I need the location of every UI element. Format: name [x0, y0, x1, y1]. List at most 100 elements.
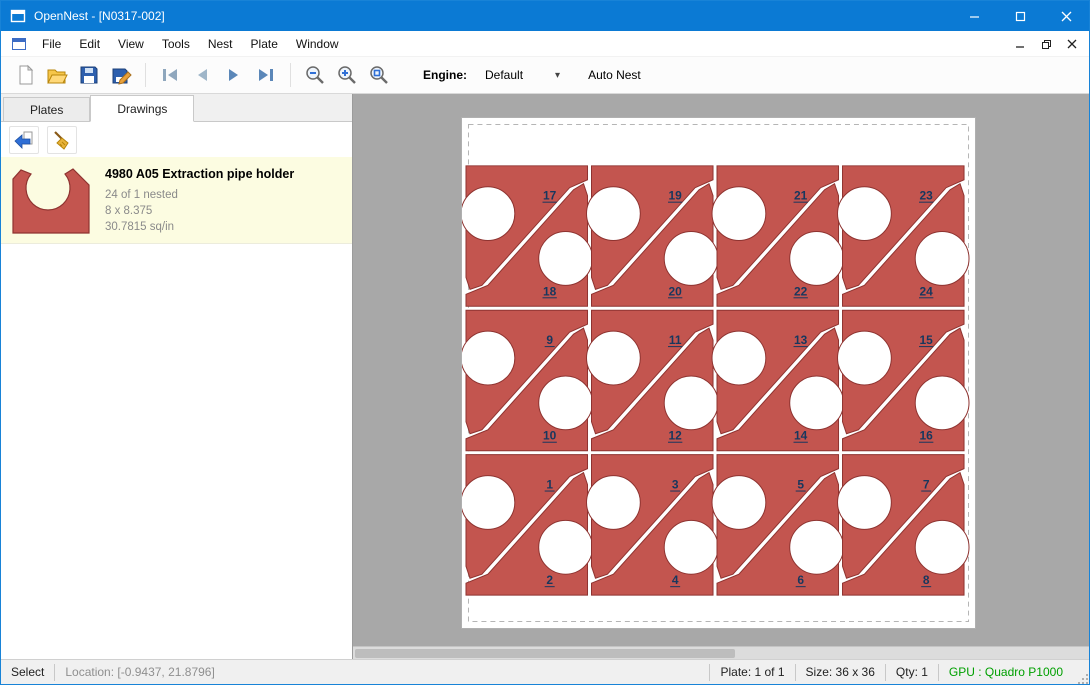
- menu-nest[interactable]: Nest: [199, 31, 242, 57]
- save-icon: [78, 64, 100, 86]
- save-button[interactable]: [73, 60, 105, 90]
- plate[interactable]: 171819202122232491011121314151612345678: [461, 117, 976, 629]
- first-plate-button[interactable]: [154, 60, 186, 90]
- part-number-label[interactable]: 5: [797, 478, 804, 492]
- drawing-list-item[interactable]: 4980 A05 Extraction pipe holder 24 of 1 …: [1, 157, 352, 244]
- close-button[interactable]: [1043, 1, 1089, 31]
- new-button[interactable]: [9, 60, 41, 90]
- pipe-hole-notch: [539, 520, 593, 574]
- part-number-label[interactable]: 9: [546, 333, 553, 347]
- previous-plate-button[interactable]: [186, 60, 218, 90]
- menu-bar: File Edit View Tools Nest Plate Window: [1, 31, 1089, 57]
- close-icon: [1061, 11, 1072, 22]
- drawing-thumbnail: [9, 163, 93, 237]
- pipe-hole-notch: [664, 232, 718, 286]
- menu-tools[interactable]: Tools: [153, 31, 199, 57]
- nest-tile: 1718: [462, 166, 592, 306]
- menu-view[interactable]: View: [109, 31, 153, 57]
- part-number-label[interactable]: 6: [797, 573, 804, 587]
- app-window: OpenNest - [N0317-002] File Edit View To…: [0, 0, 1090, 685]
- part-number-label[interactable]: 19: [669, 189, 683, 203]
- nav-last-icon: [255, 64, 277, 86]
- minimize-button[interactable]: [951, 1, 997, 31]
- nest-canvas[interactable]: 171819202122232491011121314151612345678: [353, 94, 1089, 659]
- nest-tile: 9 10: [462, 310, 592, 450]
- part-number-label[interactable]: 3: [672, 478, 679, 492]
- status-gpu: GPU : Quadro P1000: [938, 664, 1073, 681]
- part-number-label[interactable]: 20: [669, 284, 683, 298]
- part-number-label[interactable]: 16: [920, 429, 934, 443]
- clear-button[interactable]: [47, 126, 77, 154]
- part-number-label[interactable]: 4: [672, 573, 679, 587]
- engine-value: Default: [485, 68, 523, 82]
- next-plate-button[interactable]: [218, 60, 250, 90]
- pipe-hole-notch: [915, 376, 969, 430]
- nest-tile: 56: [712, 455, 843, 595]
- engine-select[interactable]: Default ▾: [479, 65, 566, 85]
- mdi-minimize-icon: [1015, 39, 1025, 49]
- part-number-label[interactable]: 22: [794, 284, 808, 298]
- menu-window[interactable]: Window: [287, 31, 348, 57]
- part-number-label[interactable]: 18: [543, 284, 557, 298]
- pipe-hole-notch: [462, 331, 515, 385]
- pipe-hole-notch: [587, 187, 641, 241]
- part-number-label[interactable]: 15: [920, 333, 934, 347]
- save-as-button[interactable]: [105, 60, 137, 90]
- part-number-label[interactable]: 10: [543, 429, 557, 443]
- pipe-hole-notch: [587, 476, 641, 530]
- menu-plate[interactable]: Plate: [242, 31, 287, 57]
- nest-tile: 11 12: [587, 310, 718, 450]
- zoom-in-button[interactable]: [331, 60, 363, 90]
- mdi-minimize-button[interactable]: [1007, 33, 1033, 55]
- pipe-hole-notch: [712, 476, 766, 530]
- part-number-label[interactable]: 8: [923, 573, 930, 587]
- arrow-left-page-icon: [13, 129, 35, 151]
- save-edit-icon: [110, 64, 132, 86]
- menu-file[interactable]: File: [33, 31, 70, 57]
- part-number-label[interactable]: 23: [920, 189, 934, 203]
- title-bar: OpenNest - [N0317-002]: [1, 1, 1089, 31]
- part-number-label[interactable]: 17: [543, 189, 557, 203]
- send-to-plate-button[interactable]: [9, 126, 39, 154]
- sidebar: Plates Drawings 4: [1, 94, 353, 659]
- tab-drawings[interactable]: Drawings: [90, 95, 194, 122]
- part-number-label[interactable]: 12: [669, 429, 683, 443]
- part-number-label[interactable]: 2: [546, 573, 553, 587]
- pipe-hole-notch: [712, 187, 766, 241]
- mdi-close-button[interactable]: [1059, 33, 1085, 55]
- minimize-icon: [969, 11, 980, 22]
- mdi-restore-button[interactable]: [1033, 33, 1059, 55]
- last-plate-button[interactable]: [250, 60, 282, 90]
- scrollbar-thumb[interactable]: [355, 649, 735, 658]
- nest-tile: 1516: [838, 310, 969, 450]
- part-number-label[interactable]: 1: [546, 478, 553, 492]
- chevron-down-icon: ▾: [555, 70, 560, 81]
- part-number-label[interactable]: 21: [794, 189, 808, 203]
- auto-nest-button[interactable]: Auto Nest: [582, 64, 647, 86]
- maximize-icon: [1015, 11, 1026, 22]
- menu-edit[interactable]: Edit: [70, 31, 109, 57]
- tab-plates[interactable]: Plates: [3, 97, 90, 121]
- pipe-hole-notch: [838, 476, 892, 530]
- pipe-hole-notch: [587, 331, 641, 385]
- nest-tile: 21 22: [712, 166, 843, 306]
- part-number-label[interactable]: 11: [669, 333, 682, 347]
- open-button[interactable]: [41, 60, 73, 90]
- zoom-fit-button[interactable]: [363, 60, 395, 90]
- app-icon: [10, 8, 26, 24]
- status-location: Location: [-0.9437, 21.8796]: [54, 664, 224, 681]
- horizontal-scrollbar[interactable]: [353, 646, 1089, 659]
- part-number-label[interactable]: 24: [920, 284, 934, 298]
- nest-tile: 13 14: [712, 310, 843, 450]
- broom-icon: [51, 129, 73, 151]
- resize-grip[interactable]: [1073, 660, 1089, 685]
- zoom-out-button[interactable]: [299, 60, 331, 90]
- part-number-label[interactable]: 14: [794, 429, 808, 443]
- part-number-label[interactable]: 7: [923, 478, 930, 492]
- nest-tile: 78: [838, 455, 969, 595]
- part-number-label[interactable]: 13: [794, 333, 808, 347]
- pipe-hole-notch: [539, 376, 593, 430]
- status-bar: Select Location: [-0.9437, 21.8796] Plat…: [1, 659, 1089, 684]
- maximize-button[interactable]: [997, 1, 1043, 31]
- zoom-in-icon: [336, 64, 358, 86]
